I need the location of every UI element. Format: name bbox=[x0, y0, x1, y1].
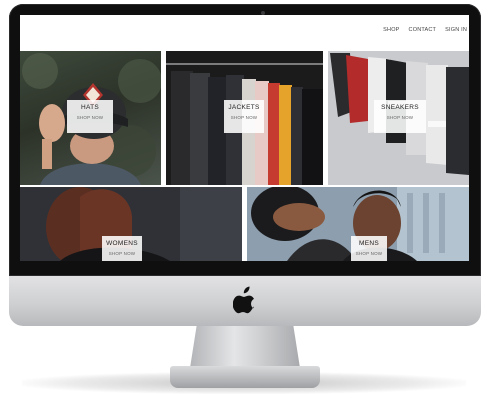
jackets-label: JACKETS SHOP NOW bbox=[224, 100, 264, 133]
category-tile-sneakers[interactable]: SNEAKERS SHOP NOW bbox=[328, 51, 469, 185]
top-navbar: SHOP CONTACT SIGN IN bbox=[20, 15, 469, 49]
category-tile-jackets[interactable]: JACKETS SHOP NOW bbox=[166, 51, 323, 185]
mens-title: MENS bbox=[359, 240, 379, 247]
sneakers-shop-now[interactable]: SHOP NOW bbox=[374, 115, 426, 120]
category-tile-mens[interactable]: MENS SHOP NOW bbox=[247, 187, 469, 261]
monitor-stand-neck bbox=[190, 326, 300, 368]
sneakers-title: SNEAKERS bbox=[381, 104, 419, 111]
jackets-title: JACKETS bbox=[228, 104, 260, 111]
nav-shop-link[interactable]: SHOP bbox=[383, 27, 399, 33]
mens-shop-now[interactable]: SHOP NOW bbox=[351, 251, 387, 256]
monitor-stand-foot bbox=[170, 366, 320, 388]
nav-sign-in-link[interactable]: SIGN IN bbox=[445, 27, 467, 33]
category-tile-hats[interactable]: HATS SHOP NOW bbox=[20, 51, 161, 185]
nav-contact-link[interactable]: CONTACT bbox=[409, 27, 437, 33]
nav-links: SHOP CONTACT SIGN IN bbox=[383, 27, 467, 33]
hats-shop-now[interactable]: SHOP NOW bbox=[67, 115, 113, 120]
sneakers-label: SNEAKERS SHOP NOW bbox=[374, 100, 426, 133]
hats-title: HATS bbox=[80, 104, 100, 111]
womens-title: WOMENS bbox=[106, 240, 138, 247]
womens-shop-now[interactable]: SHOP NOW bbox=[102, 251, 142, 256]
mens-label: MENS SHOP NOW bbox=[351, 236, 387, 261]
hats-label: HATS SHOP NOW bbox=[67, 100, 113, 133]
apple-logo-icon bbox=[233, 286, 254, 314]
category-tile-womens[interactable]: WOMENS SHOP NOW bbox=[20, 187, 242, 261]
jackets-shop-now[interactable]: SHOP NOW bbox=[224, 115, 264, 120]
screen: SHOP CONTACT SIGN IN HATS SHOP NOW JACKE… bbox=[20, 15, 469, 261]
womens-label: WOMENS SHOP NOW bbox=[102, 236, 142, 261]
